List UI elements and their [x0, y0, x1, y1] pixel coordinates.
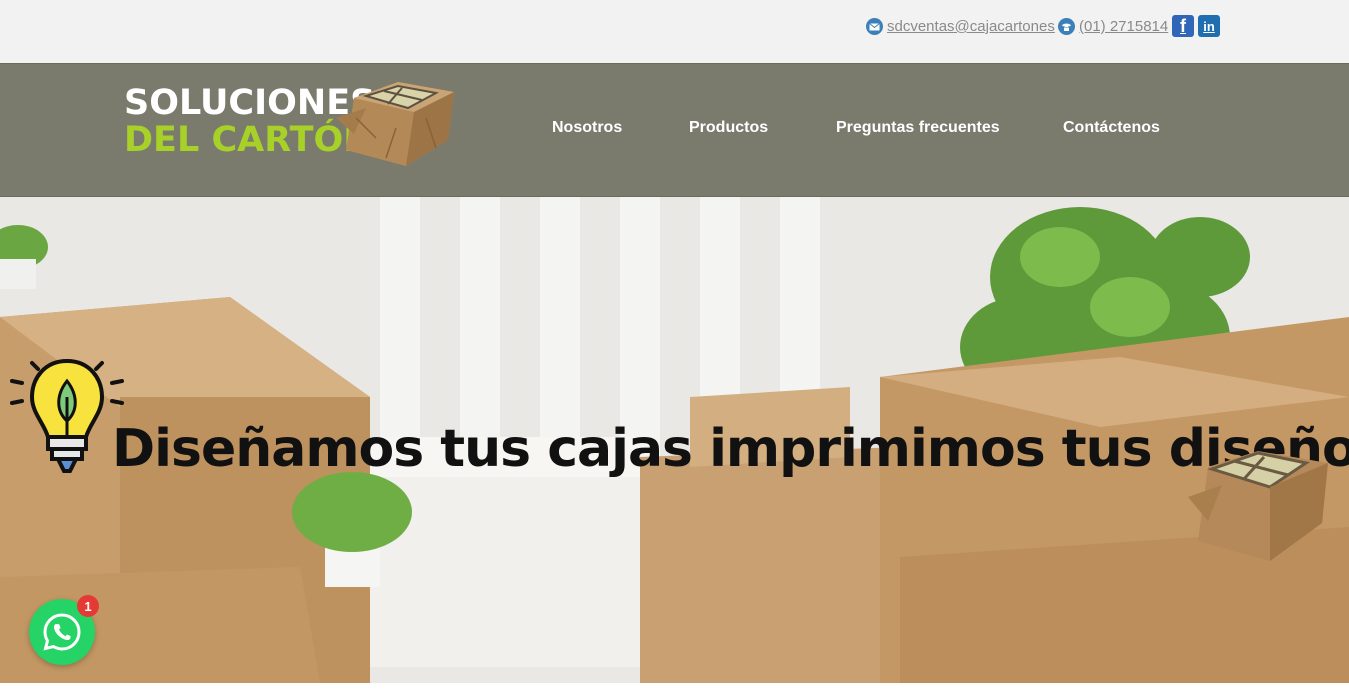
- top-contact-bar: sdcventas@cajacartones (01) 2715814 f in: [0, 0, 1349, 63]
- envelope-icon: [866, 18, 883, 35]
- nav-productos[interactable]: Productos: [689, 119, 768, 137]
- site-header: SOLUCIONES DEL CARTÓN Nosotros Productos…: [0, 63, 1349, 197]
- nav-preguntas-frecuentes[interactable]: Preguntas frecuentes: [836, 119, 1000, 137]
- contact-email: sdcventas@cajacartones: [866, 18, 1055, 35]
- hero-banner: Diseñamos tus cajas imprimimos tus diseñ…: [0, 197, 1349, 683]
- whatsapp-icon: [43, 613, 81, 651]
- box-icon: [1188, 451, 1328, 561]
- hero-title: Diseñamos tus cajas imprimimos tus diseñ…: [112, 419, 1349, 479]
- phone-link[interactable]: (01) 2715814: [1079, 18, 1168, 35]
- notification-badge: 1: [77, 595, 99, 617]
- telephone-icon: [1058, 18, 1075, 35]
- facebook-icon[interactable]: f: [1172, 15, 1194, 37]
- box-logo-icon: [336, 82, 454, 166]
- nav-contactenos[interactable]: Contáctenos: [1063, 119, 1160, 137]
- email-link[interactable]: sdcventas@cajacartones: [887, 18, 1055, 35]
- contact-phone: (01) 2715814: [1058, 18, 1168, 35]
- lightbulb-icon: [10, 358, 124, 473]
- nav-nosotros[interactable]: Nosotros: [552, 119, 622, 137]
- linkedin-icon[interactable]: in: [1198, 15, 1220, 37]
